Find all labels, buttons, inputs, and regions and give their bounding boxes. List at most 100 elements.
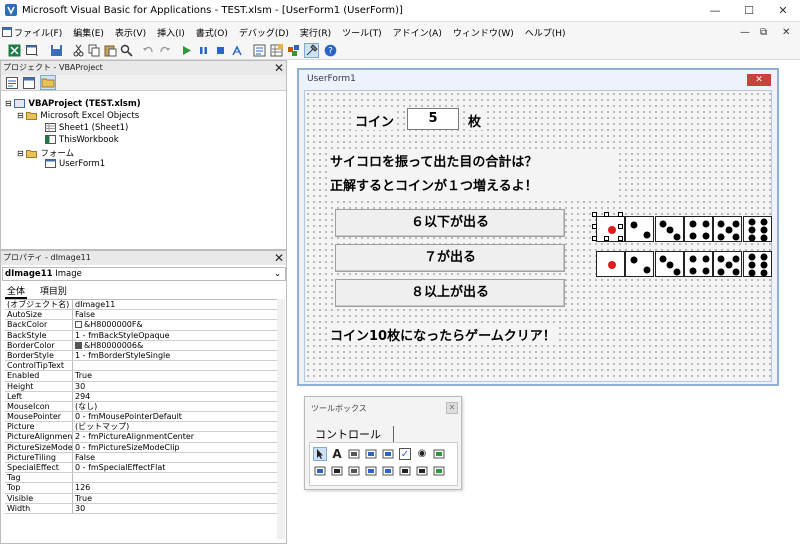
property-value[interactable]: False [73,453,283,462]
tab-categorized[interactable]: 項目別 [40,287,67,297]
selection-handle[interactable] [618,236,623,241]
property-value[interactable]: False [73,310,283,319]
pause-icon[interactable] [197,44,210,57]
property-value[interactable]: 2 - fmPictureAlignmentCenter [73,432,283,441]
property-value[interactable]: dImage11 [73,300,283,309]
userform-close-button[interactable]: ✕ [747,74,771,86]
form-menu-icon[interactable] [2,27,12,37]
copy-icon[interactable] [88,44,101,57]
combobox-tool-icon[interactable] [365,448,377,460]
property-row[interactable]: PictureTiling False [5,452,283,463]
tree-thisworkbook[interactable]: ThisWorkbook [45,135,119,145]
mdi-close-button[interactable]: ✕ [782,27,790,38]
help-icon[interactable]: ? [324,44,337,57]
question-label[interactable]: サイコロを振って出た目の合計は？ 正解するとコインが１つ増えるよ！ [327,151,617,199]
die-face-6[interactable] [742,251,772,277]
property-value[interactable]: True [73,494,283,503]
redo-icon[interactable] [158,44,171,57]
listbox-tool-icon[interactable] [382,448,394,460]
coin-label[interactable]: コイン [353,111,397,130]
property-value[interactable]: 1 - fmBorderStyleSingle [73,351,283,360]
mdi-minimize-button[interactable]: — [740,27,750,38]
textbox-tool-icon[interactable] [348,448,360,460]
spinbutton-tool-icon[interactable] [399,465,411,477]
property-row[interactable]: MousePointer 0 - fmMousePointerDefault [5,412,283,423]
selection-handle[interactable] [592,236,597,241]
property-row[interactable]: Visible True [5,493,283,504]
property-row[interactable]: Height 30 [5,381,283,392]
property-row[interactable]: Width 30 [5,503,283,514]
project-explorer-close-button[interactable]: ✕ [274,61,284,75]
property-row[interactable]: Top 126 [5,483,283,494]
property-value[interactable]: (なし) [73,402,283,411]
toolbox-tab-controls[interactable]: コントロール [315,426,381,442]
project-explorer-icon[interactable] [253,44,266,57]
toolbox-window[interactable]: ツールボックス ✕ コントロール A ✓ ◉ [304,396,462,490]
menu-item[interactable]: 表示(V) [115,26,146,39]
menu-item[interactable]: ファイル(F) [14,26,62,39]
commandbutton-tool-icon[interactable] [331,465,343,477]
tab-alphabetic[interactable]: 全体 [5,287,28,299]
selection-handle[interactable] [618,212,623,217]
menu-item[interactable]: デバッグ(D) [239,26,289,39]
tree-excel-objects[interactable]: ⊟ Microsoft Excel Objects [17,111,139,121]
select-pointer-icon[interactable] [313,447,327,461]
checkbox-tool-icon[interactable]: ✓ [399,448,411,460]
die-face-5[interactable] [713,216,743,242]
tree-root[interactable]: ⊟ VBAProject (TEST.xlsm) [5,99,141,109]
menu-item[interactable]: ヘルプ(H) [525,26,566,39]
menu-item[interactable]: ツール(T) [342,26,382,39]
property-value[interactable]: (ビットマップ) [73,422,283,431]
selection-handle[interactable] [604,236,609,241]
frame-tool-icon[interactable] [314,465,326,477]
excel-view-icon[interactable] [8,44,21,57]
property-grid-scrollbar[interactable] [277,299,285,539]
property-value[interactable]: 294 [73,392,283,401]
menu-item[interactable]: 実行(R) [300,26,331,39]
image-tool-icon[interactable] [416,465,428,477]
save-icon[interactable] [50,44,63,57]
run-icon[interactable] [180,44,193,57]
property-value[interactable] [73,473,283,482]
property-value[interactable] [73,361,283,370]
eight-or-more-button[interactable]: ８以上が出る [335,279,565,307]
design-mode-icon[interactable] [231,44,244,57]
property-value[interactable]: 126 [73,483,283,492]
property-value[interactable]: True [73,371,283,380]
property-row[interactable]: Enabled True [5,371,283,382]
optionbutton-tool-icon[interactable]: ◉ [416,448,428,460]
property-row[interactable]: SpecialEffect 0 - fmSpecialEffectFlat [5,463,283,474]
die-face-6[interactable] [742,216,772,242]
six-or-less-button[interactable]: ６以下が出る [335,209,565,237]
scrollbar-tool-icon[interactable] [382,465,394,477]
togglebutton-tool-icon[interactable] [433,448,445,460]
selection-handle[interactable] [592,212,597,217]
property-value[interactable]: 30 [73,504,283,513]
property-row[interactable]: PictureAlignment 2 - fmPictureAlignmentCe… [5,432,283,443]
tree-forms[interactable]: ⊟ フォーム [17,147,74,159]
property-row[interactable]: MouseIcon (なし) [5,401,283,413]
chevron-down-icon[interactable]: ⌄ [274,268,281,280]
toolbox-close-button[interactable]: ✕ [446,402,458,414]
paste-icon[interactable] [104,44,117,57]
tree-userform1[interactable]: UserForm1 [45,159,105,169]
toolbox-toggle-icon[interactable] [304,43,319,58]
property-row[interactable]: BackStyle 1 - fmBackStyleOpaque [5,330,283,341]
coin-unit-label[interactable]: 枚 [466,111,484,130]
property-value[interactable]: 30 [73,382,283,391]
property-value[interactable]: 0 - fmMousePointerDefault [73,412,283,421]
property-row[interactable]: AutoSize False [5,310,283,321]
tree-sheet1[interactable]: Sheet1 (Sheet1) [45,123,128,133]
toggle-folders-icon[interactable] [40,75,56,90]
selection-handle[interactable] [592,224,597,229]
view-object-icon[interactable] [23,77,35,89]
cut-icon[interactable] [72,44,85,57]
property-row[interactable]: (オブジェクト名) dImage11 [5,300,283,311]
property-row[interactable]: Left 294 [5,391,283,402]
object-browser-icon[interactable] [287,44,300,57]
undo-icon[interactable] [142,44,155,57]
die-face-3[interactable] [654,251,684,277]
mdi-restore-button[interactable]: ⧉ [760,27,767,38]
property-row[interactable]: BackColor &H8000000F& [5,320,283,331]
minimize-button[interactable]: — [698,0,732,22]
